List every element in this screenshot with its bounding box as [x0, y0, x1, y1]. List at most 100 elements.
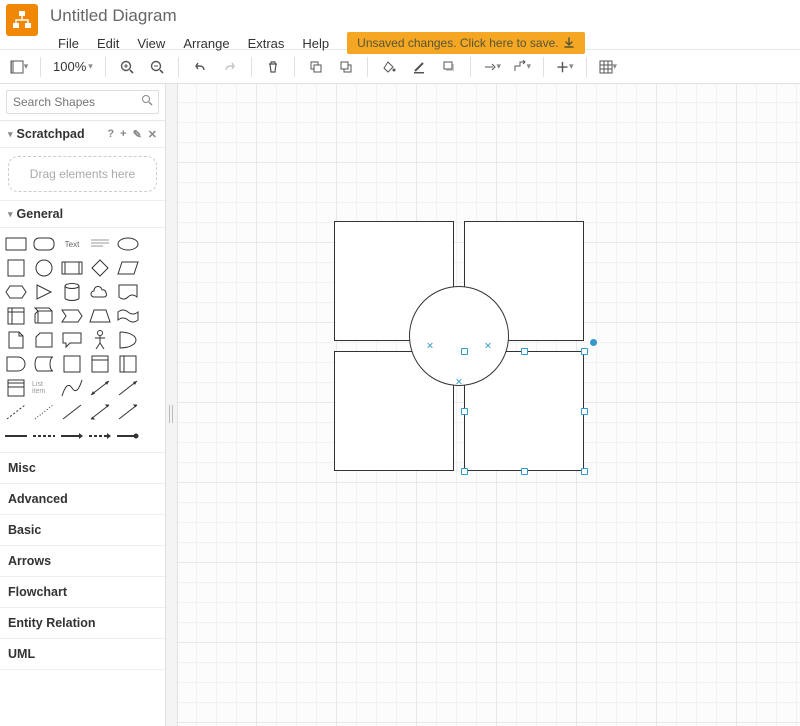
shape-link-dashed[interactable] [32, 426, 56, 446]
category-advanced[interactable]: Advanced [0, 484, 165, 515]
category-misc[interactable]: Misc [0, 453, 165, 484]
to-front-button[interactable] [303, 54, 329, 80]
connection-button[interactable]: ▾ [479, 54, 505, 80]
shape-list[interactable] [4, 378, 28, 398]
table-button[interactable]: ▾ [595, 54, 621, 80]
selection-handle[interactable] [461, 348, 468, 355]
shape-container-v[interactable] [116, 354, 140, 374]
shape-cylinder[interactable] [60, 282, 84, 302]
menu-arrange[interactable]: Arrange [175, 33, 237, 54]
rotation-handle[interactable] [590, 339, 597, 346]
shape-link-filled[interactable] [116, 426, 140, 446]
shape-list-item[interactable]: List item [32, 378, 56, 398]
category-basic[interactable]: Basic [0, 515, 165, 546]
shape-actor[interactable] [88, 330, 112, 350]
shape-cloud[interactable] [88, 282, 112, 302]
shape-arrow[interactable] [116, 378, 140, 398]
menu-view[interactable]: View [129, 33, 173, 54]
shape-hexagon[interactable] [4, 282, 28, 302]
shape-bidir-arrow[interactable] [88, 378, 112, 398]
connection-point[interactable]: × [455, 379, 462, 386]
shape-line-dashed[interactable] [4, 402, 28, 422]
edit-icon[interactable]: ✎ [133, 128, 142, 141]
splitter[interactable] [166, 84, 178, 726]
selection-handle[interactable] [461, 468, 468, 475]
shape-data-storage[interactable] [32, 354, 56, 374]
shape-link-arrow[interactable] [60, 426, 84, 446]
shape-curve[interactable] [60, 378, 84, 398]
shape-ellipse[interactable] [116, 234, 140, 254]
canvas-shape[interactable] [409, 286, 509, 386]
shape-link-arrow-dashed[interactable] [88, 426, 112, 446]
zoom-in-button[interactable] [114, 54, 140, 80]
shape-container-h[interactable] [88, 354, 112, 374]
selection-handle[interactable] [581, 348, 588, 355]
scratchpad-header[interactable]: ▾ Scratchpad ? + ✎ ✕ [0, 121, 165, 148]
shape-line[interactable] [60, 402, 84, 422]
search-input[interactable] [6, 90, 159, 114]
shadow-button[interactable] [436, 54, 462, 80]
document-title[interactable]: Untitled Diagram [50, 4, 585, 32]
line-color-button[interactable] [406, 54, 432, 80]
shape-or[interactable] [116, 330, 140, 350]
shape-step[interactable] [60, 306, 84, 326]
save-button[interactable]: Unsaved changes. Click here to save. [347, 32, 584, 54]
shape-parallelogram[interactable] [116, 258, 140, 278]
shape-line-dotted[interactable] [32, 402, 56, 422]
canvas[interactable]: × × × [178, 84, 800, 726]
selection-handle[interactable] [461, 408, 468, 415]
view-menu-button[interactable]: ▾ [6, 54, 32, 80]
insert-button[interactable]: ＋▾ [552, 54, 578, 80]
zoom-out-button[interactable] [144, 54, 170, 80]
fill-color-button[interactable] [376, 54, 402, 80]
redo-button[interactable] [217, 54, 243, 80]
shape-bidir-thin[interactable] [88, 402, 112, 422]
connection-point[interactable]: × [484, 343, 491, 350]
shape-cube[interactable] [32, 306, 56, 326]
waypoints-button[interactable]: ▾ [509, 54, 535, 80]
delete-button[interactable] [260, 54, 286, 80]
shape-diamond[interactable] [88, 258, 112, 278]
menu-edit[interactable]: Edit [89, 33, 127, 54]
zoom-select[interactable]: 100%▾ [49, 57, 97, 76]
shape-textbox[interactable] [88, 234, 112, 254]
close-icon[interactable]: ✕ [148, 128, 157, 141]
selection-handle[interactable] [521, 468, 528, 475]
scratchpad-drop-area[interactable]: Drag elements here [8, 156, 157, 192]
undo-button[interactable] [187, 54, 213, 80]
category-flowchart[interactable]: Flowchart [0, 577, 165, 608]
selection-handle[interactable] [521, 348, 528, 355]
menu-extras[interactable]: Extras [240, 33, 293, 54]
connection-point[interactable]: × [426, 343, 433, 350]
to-back-button[interactable] [333, 54, 359, 80]
shape-tape[interactable] [116, 306, 140, 326]
menu-file[interactable]: File [50, 33, 87, 54]
search-icon[interactable] [141, 94, 153, 109]
shape-process[interactable] [60, 258, 84, 278]
shape-trapezoid[interactable] [88, 306, 112, 326]
add-icon[interactable]: + [120, 128, 126, 141]
shape-container[interactable] [60, 354, 84, 374]
shape-callout[interactable] [60, 330, 84, 350]
category-arrows[interactable]: Arrows [0, 546, 165, 577]
shape-triangle[interactable] [32, 282, 56, 302]
shape-note[interactable] [4, 330, 28, 350]
shape-text[interactable]: Text [60, 234, 84, 254]
shape-rectangle[interactable] [4, 234, 28, 254]
category-uml[interactable]: UML [0, 639, 165, 670]
shape-internal-storage[interactable] [4, 306, 28, 326]
shape-card[interactable] [32, 330, 56, 350]
shape-and[interactable] [4, 354, 28, 374]
shape-link-solid[interactable] [4, 426, 28, 446]
selection-handle[interactable] [581, 408, 588, 415]
shape-direction-arrow[interactable] [116, 402, 140, 422]
general-header[interactable]: ▾ General [0, 201, 165, 228]
shape-square[interactable] [4, 258, 28, 278]
category-entity-relation[interactable]: Entity Relation [0, 608, 165, 639]
shape-document[interactable] [116, 282, 140, 302]
shape-circle[interactable] [32, 258, 56, 278]
shape-rounded-rect[interactable] [32, 234, 56, 254]
menu-help[interactable]: Help [294, 33, 337, 54]
help-icon[interactable]: ? [107, 128, 114, 141]
selection-handle[interactable] [581, 468, 588, 475]
